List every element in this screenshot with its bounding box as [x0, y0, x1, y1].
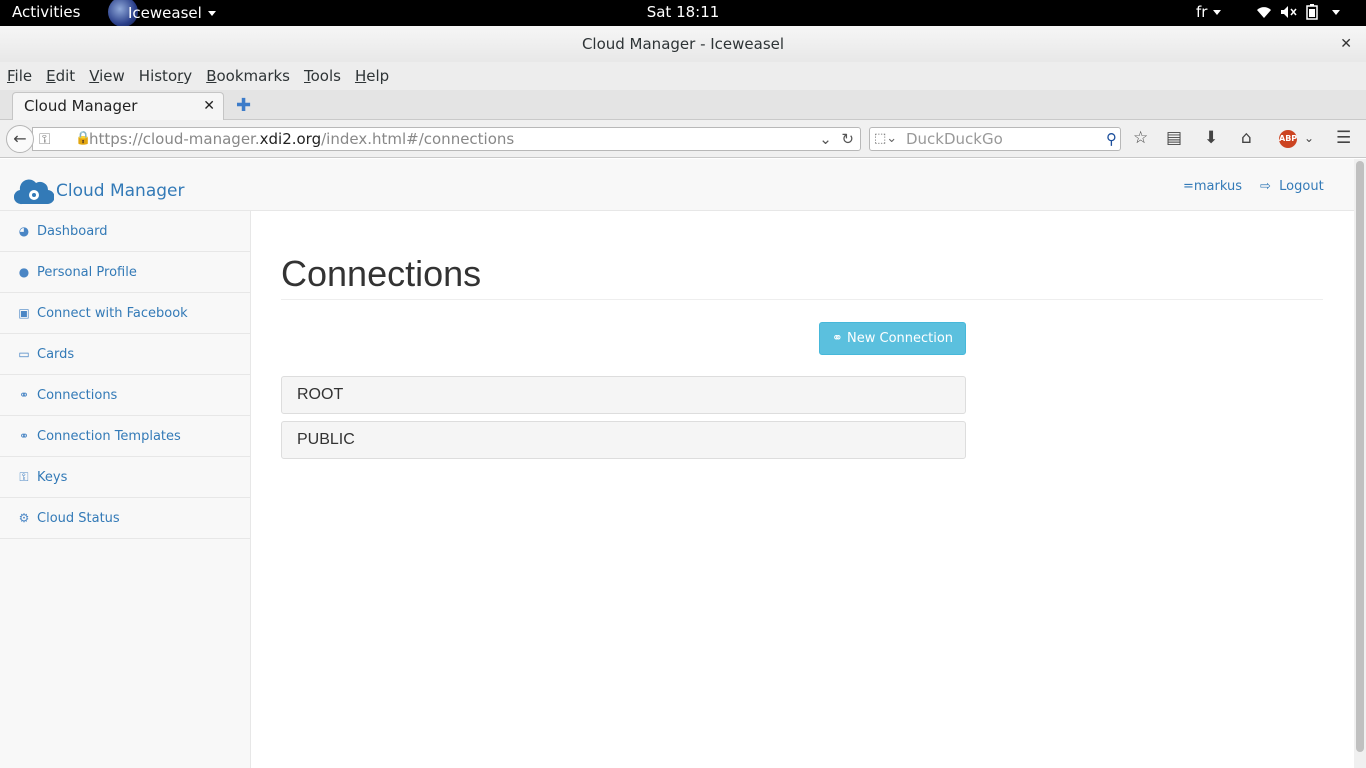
app-menu[interactable]: Iceweasel [108, 0, 216, 27]
menu-edit[interactable]: Edit [46, 67, 75, 85]
url-suffix: /index.html#/connections [321, 130, 515, 148]
close-icon[interactable]: ✕ [1340, 26, 1352, 62]
link-icon: ⚭ [18, 429, 30, 443]
user-icon: ● [18, 265, 30, 279]
menu-help[interactable]: Help [355, 67, 389, 85]
chevron-down-icon [1213, 10, 1222, 15]
app-header: Cloud Manager =markus ⇨ Logout [0, 159, 1354, 211]
sidebar-item-label: Personal Profile [37, 264, 137, 280]
url-bar[interactable]: ⚿ 🔒 https://cloud-manager.xdi2.org/index… [32, 127, 861, 151]
chevron-down-icon [207, 10, 216, 16]
download-icon[interactable]: ⬇ [1204, 128, 1218, 148]
scrollbar-thumb[interactable] [1356, 161, 1364, 752]
battery-icon [1306, 4, 1318, 20]
new-connection-label: New Connection [847, 331, 954, 346]
logout-link[interactable]: ⇨ Logout [1260, 179, 1324, 194]
menu-history[interactable]: History [139, 67, 192, 85]
adblock-icon[interactable]: ABP [1279, 130, 1297, 148]
key-icon: ⚿ [19, 469, 29, 484]
sidebar-item-label: Cloud Status [37, 510, 120, 526]
activities-button[interactable]: Activities [12, 3, 80, 21]
search-bar[interactable]: ⬚⌄ DuckDuckGo ⚲ [869, 127, 1121, 151]
navigation-toolbar: ⚿ 🔒 https://cloud-manager.xdi2.org/index… [0, 120, 1366, 158]
link-icon: ⚭ [18, 388, 30, 402]
sidebar-item-label: Keys [37, 469, 68, 485]
brand-link[interactable]: Cloud Manager [14, 176, 184, 206]
volume-muted-icon [1281, 6, 1297, 18]
tab-title: Cloud Manager [24, 97, 138, 115]
window-title: Cloud Manager - Iceweasel [581, 35, 785, 53]
sidebar-item-connection-templates[interactable]: ⚭ Connection Templates [0, 416, 250, 457]
search-engine-icon[interactable]: ⬚⌄ [874, 128, 897, 150]
chevron-down-icon [1332, 9, 1340, 15]
card-icon: ▭ [18, 347, 30, 361]
sidebar-item-cards[interactable]: ▭ Cards [0, 334, 250, 375]
page-title: Connections [281, 253, 482, 294]
reading-list-icon[interactable]: ▤ [1166, 128, 1182, 148]
page-scrollbar[interactable] [1354, 159, 1366, 768]
back-button[interactable]: ← [6, 125, 34, 153]
menu-view[interactable]: View [89, 67, 125, 85]
close-tab-icon[interactable]: ✕ [203, 98, 215, 114]
wifi-icon [1257, 7, 1271, 18]
app-menu-label: Iceweasel [128, 4, 202, 22]
sidebar-item-personal-profile[interactable]: ● Personal Profile [0, 252, 250, 293]
reload-icon[interactable]: ↻ [841, 130, 854, 148]
sidebar-item-keys[interactable]: ⚿ Keys [0, 457, 250, 498]
dashboard-icon: ◕ [18, 224, 30, 238]
sidebar-item-facebook[interactable]: ▣ Connect with Facebook [0, 293, 250, 334]
sidebar-nav: ◕ Dashboard ● Personal Profile ▣ Connect wi… [0, 211, 251, 768]
system-tray[interactable] [1256, 4, 1340, 20]
lock-icon[interactable]: 🔒 [75, 128, 91, 150]
connection-panel-public[interactable]: PUBLIC [281, 421, 966, 459]
connection-name: ROOT [297, 386, 344, 403]
bookmark-star-icon[interactable]: ☆ [1133, 128, 1148, 148]
sidebar-item-label: Connections [37, 387, 118, 403]
sidebar-item-label: Connection Templates [37, 428, 181, 444]
chevron-down-icon[interactable]: ⌄ [1304, 131, 1314, 145]
dropdown-icon[interactable]: ⌄ [819, 130, 832, 148]
system-top-bar: Activities Iceweasel Sat 18:11 fr [0, 0, 1366, 27]
language-label: fr [1196, 3, 1208, 21]
sidebar-item-connections[interactable]: ⚭ Connections [0, 375, 250, 416]
tab-bar: Cloud Manager ✕ ✚ [0, 90, 1366, 121]
new-tab-icon[interactable]: ✚ [236, 95, 251, 116]
sidebar-item-cloud-status[interactable]: ⚙ Cloud Status [0, 498, 250, 539]
logout-icon: ⇨ [1260, 179, 1271, 194]
menu-bar: File Edit View History Bookmarks Tools H… [0, 62, 1366, 90]
url-prefix: https://cloud-manager. [89, 130, 260, 148]
sidebar-item-label: Dashboard [37, 223, 108, 239]
key-icon[interactable]: ⚿ [39, 128, 50, 150]
brand-title: Cloud Manager [56, 181, 185, 201]
url-controls: ⌄ ↻ [819, 128, 854, 150]
sidebar-item-label: Connect with Facebook [37, 305, 188, 321]
back-arrow-icon: ← [13, 129, 27, 148]
logout-label: Logout [1279, 179, 1324, 194]
web-page: Cloud Manager =markus ⇨ Logout ◕ Dashboar… [0, 159, 1354, 768]
menu-tools[interactable]: Tools [304, 67, 341, 85]
url-domain: xdi2.org [259, 130, 322, 148]
connection-name: PUBLIC [297, 431, 355, 448]
hamburger-menu-icon[interactable]: ☰ [1336, 128, 1351, 148]
sidebar-item-dashboard[interactable]: ◕ Dashboard [0, 211, 250, 252]
tab-cloud-manager[interactable]: Cloud Manager ✕ [12, 92, 224, 121]
language-indicator[interactable]: fr [1196, 3, 1222, 21]
sidebar-item-label: Cards [37, 346, 75, 362]
gears-icon: ⚙ [18, 511, 30, 525]
facebook-icon: ▣ [18, 306, 30, 320]
connection-panel-root[interactable]: ROOT [281, 376, 966, 414]
menu-file[interactable]: File [7, 67, 32, 85]
menu-bookmarks[interactable]: Bookmarks [206, 67, 290, 85]
title-divider [281, 299, 1323, 300]
user-link[interactable]: =markus [1183, 179, 1242, 194]
home-icon[interactable]: ⌂ [1241, 128, 1252, 148]
link-icon: ⚭ [831, 331, 843, 346]
search-placeholder: DuckDuckGo [906, 130, 1003, 148]
new-connection-button[interactable]: ⚭ New Connection [819, 322, 966, 355]
window-titlebar: Cloud Manager - Iceweasel ✕ [0, 26, 1366, 62]
cloud-gear-icon [14, 179, 54, 205]
search-icon[interactable]: ⚲ [1106, 128, 1117, 150]
